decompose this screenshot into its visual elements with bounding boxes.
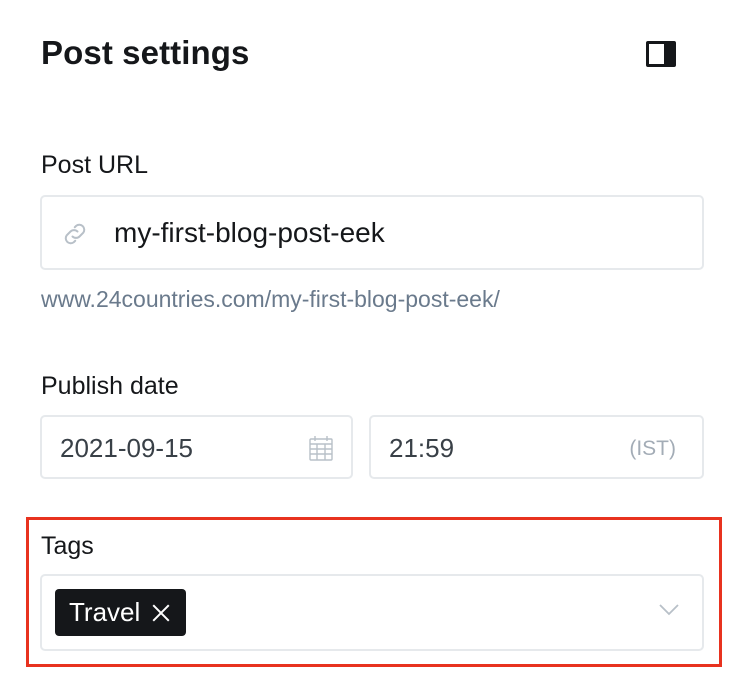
post-url-preview: www.24countries.com/my-first-blog-post-e… xyxy=(41,286,500,312)
publish-time-value: 21:59 xyxy=(389,433,455,463)
tags-label: Tags xyxy=(41,532,94,560)
tag-chip-travel[interactable]: Travel xyxy=(55,589,187,636)
publish-date-value: 2021-09-15 xyxy=(60,433,193,463)
publish-time-field[interactable]: 21:59 (IST) xyxy=(369,415,704,479)
tags-select[interactable]: Travel xyxy=(40,574,704,651)
close-icon[interactable] xyxy=(152,604,170,622)
timezone-label: (IST) xyxy=(629,437,676,460)
post-url-value: my-first-blog-post-eek xyxy=(114,217,385,248)
page-title: Post settings xyxy=(41,34,250,71)
post-url-label: Post URL xyxy=(41,151,148,179)
calendar-icon xyxy=(309,436,333,461)
link-icon xyxy=(64,223,86,245)
chevron-down-icon[interactable] xyxy=(658,603,680,617)
publish-date-label: Publish date xyxy=(41,372,179,400)
sidebar-toggle-fill xyxy=(664,44,673,64)
publish-date-field[interactable]: 2021-09-15 xyxy=(40,415,353,479)
post-url-field[interactable]: my-first-blog-post-eek xyxy=(40,195,704,270)
tag-chip-label: Travel xyxy=(69,597,141,627)
sidebar-toggle-icon[interactable] xyxy=(646,41,676,67)
